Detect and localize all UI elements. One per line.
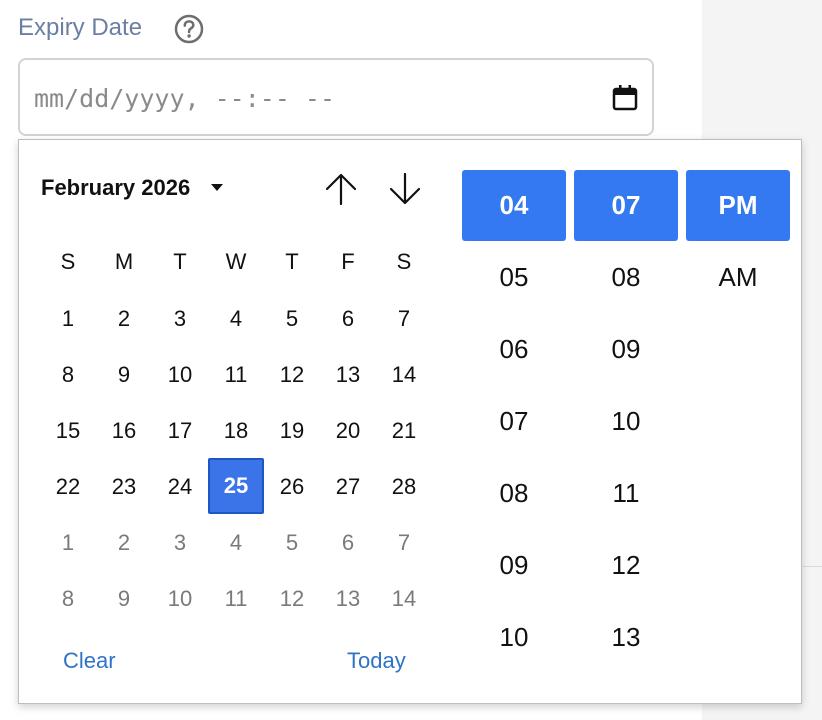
day-cell[interactable]: 22 [48,474,88,500]
day-cell[interactable]: 4 [216,530,256,556]
minute-option[interactable]: 07 [574,170,678,241]
minute-option[interactable]: 12 [574,530,678,601]
day-cell[interactable]: 6 [328,306,368,332]
month-year-selector[interactable]: February 2026 [41,175,190,201]
day-cell[interactable]: 9 [104,362,144,388]
day-cell[interactable]: 19 [272,418,312,444]
datetime-picker-popup: February 2026 S M T W T F S 1 2 3 4 5 6 7 8 9 10 11 12 13 14… [18,139,802,704]
day-cell[interactable]: 20 [328,418,368,444]
day-cell[interactable]: 11 [216,362,256,388]
day-cell[interactable]: 3 [160,306,200,332]
day-cell[interactable]: 16 [104,418,144,444]
arrow-up-icon [325,173,357,206]
minute-option[interactable]: 13 [574,602,678,673]
previous-month-button[interactable] [321,169,361,209]
datetime-input-placeholder: mm/dd/yyyy, --:-- -- [34,84,336,113]
day-cell[interactable]: 13 [328,362,368,388]
weekday-label: M [114,249,134,274]
day-cell[interactable]: 15 [48,418,88,444]
hour-option[interactable]: 06 [462,314,566,385]
weekday-label: S [396,249,412,274]
datetime-input[interactable]: mm/dd/yyyy, --:-- -- [18,58,654,136]
day-cell[interactable]: 12 [272,586,312,612]
hour-option[interactable]: 09 [462,530,566,601]
day-cell[interactable]: 2 [104,530,144,556]
day-cell[interactable]: 9 [104,586,144,612]
arrow-down-icon [389,172,421,205]
calendar-icon[interactable] [612,84,638,117]
day-cell[interactable]: 14 [384,586,424,612]
hour-option[interactable]: 07 [462,386,566,457]
day-cell[interactable]: 10 [160,362,200,388]
day-cell[interactable]: 5 [272,530,312,556]
day-cell[interactable]: 21 [384,418,424,444]
day-cell[interactable]: 12 [272,362,312,388]
day-cell[interactable]: 10 [160,586,200,612]
field-label: Expiry Date [18,14,143,41]
hour-option[interactable]: 10 [462,602,566,673]
day-cell[interactable]: 23 [104,474,144,500]
day-cell[interactable]: 13 [328,586,368,612]
day-cell[interactable]: 7 [384,306,424,332]
weekday-label: W [225,249,247,274]
weekday-label: S [60,249,76,274]
day-cell[interactable]: 11 [216,586,256,612]
weekday-label: T [285,249,299,274]
minute-option[interactable]: 11 [574,458,678,529]
meridiem-option[interactable]: PM [686,170,790,241]
weekday-label: T [173,249,187,274]
day-cell-selected[interactable]: 25 [208,458,264,514]
day-cell[interactable]: 6 [328,530,368,556]
day-cell[interactable]: 5 [272,306,312,332]
day-cell[interactable]: 26 [272,474,312,500]
today-button[interactable]: Today [347,648,406,674]
day-cell[interactable]: 8 [48,362,88,388]
meridiem-option[interactable]: AM [686,242,790,313]
day-cell[interactable]: 1 [48,530,88,556]
day-cell[interactable]: 17 [160,418,200,444]
day-cell[interactable]: 18 [216,418,256,444]
help-icon[interactable] [173,13,205,50]
day-cell[interactable]: 24 [160,474,200,500]
chevron-down-icon[interactable] [211,184,223,191]
day-cell[interactable]: 1 [48,306,88,332]
day-cell[interactable]: 7 [384,530,424,556]
clear-button[interactable]: Clear [63,648,116,674]
day-cell[interactable]: 27 [328,474,368,500]
divider [803,566,822,567]
day-cell[interactable]: 14 [384,362,424,388]
hour-option[interactable]: 04 [462,170,566,241]
day-cell[interactable]: 28 [384,474,424,500]
day-cell[interactable]: 3 [160,530,200,556]
day-cell[interactable]: 8 [48,586,88,612]
minute-option[interactable]: 10 [574,386,678,457]
day-cell[interactable]: 2 [104,306,144,332]
day-cell[interactable]: 4 [216,306,256,332]
hour-option[interactable]: 05 [462,242,566,313]
next-month-button[interactable] [385,169,425,209]
hour-option[interactable]: 08 [462,458,566,529]
minute-option[interactable]: 09 [574,314,678,385]
minute-option[interactable]: 08 [574,242,678,313]
weekday-label: F [341,249,355,274]
